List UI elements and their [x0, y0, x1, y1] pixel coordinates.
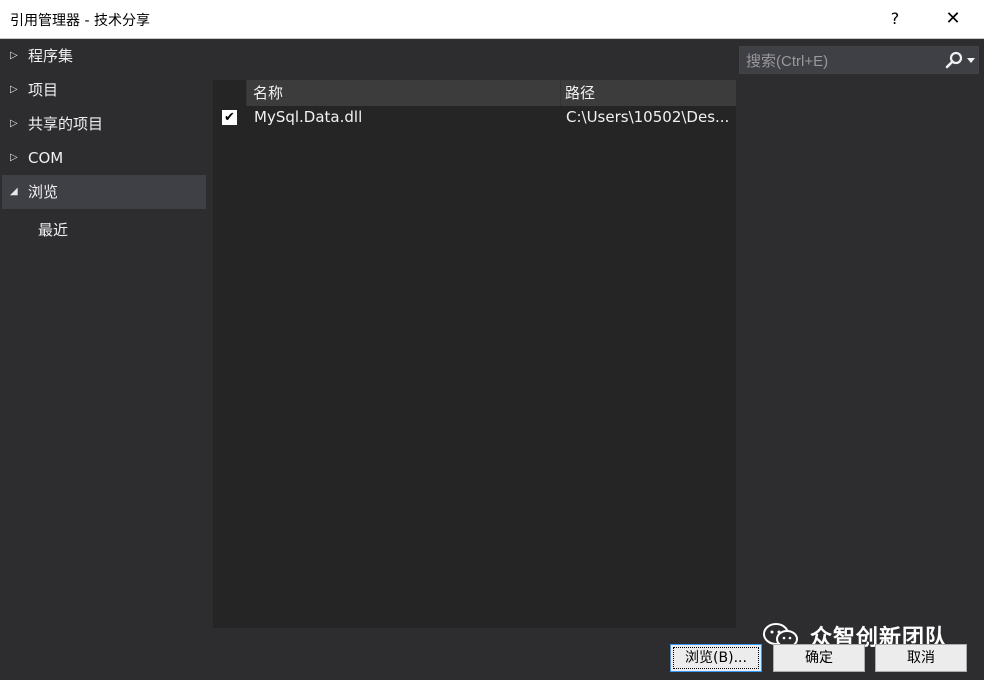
sidebar-item-browse[interactable]: ◢ 浏览: [2, 175, 206, 209]
sidebar: ▷ 程序集 ▷ 项目 ▷ 共享的项目 ▷ COM ◢ 浏览 最近: [0, 39, 210, 629]
title-bar: 引用管理器 - 技术分享 ? ✕: [0, 0, 984, 39]
column-header-path[interactable]: 路径: [561, 80, 736, 106]
expand-arrow-icon: ▷: [10, 152, 18, 163]
window-title: 引用管理器 - 技术分享: [10, 13, 150, 29]
chevron-down-icon[interactable]: [967, 58, 975, 63]
expand-arrow-icon: ▷: [10, 84, 18, 95]
search-box[interactable]: [739, 46, 979, 74]
sidebar-item-assemblies[interactable]: ▷ 程序集: [2, 39, 206, 73]
sidebar-item-label: COM: [28, 149, 64, 167]
search-icon[interactable]: [944, 50, 964, 70]
sidebar-item-com[interactable]: ▷ COM: [2, 141, 206, 175]
close-button[interactable]: ✕: [930, 0, 976, 38]
expand-arrow-icon: ▷: [10, 50, 18, 61]
sidebar-item-label: 程序集: [28, 47, 74, 65]
sidebar-item-label: 浏览: [28, 183, 59, 201]
column-header-name[interactable]: 名称: [247, 80, 560, 106]
cell-path: C:\Users\10502\Des...: [566, 108, 730, 126]
list-header: 名称 路径: [213, 80, 736, 106]
browse-button[interactable]: 浏览(B)...: [670, 644, 762, 672]
help-button[interactable]: ?: [872, 0, 918, 38]
ok-button[interactable]: 确定: [773, 644, 865, 672]
row-checkbox[interactable]: ✔: [222, 110, 237, 125]
column-header-check: [213, 80, 246, 106]
cell-name: MySql.Data.dll: [254, 108, 363, 126]
expand-arrow-icon: ▷: [10, 118, 18, 129]
sidebar-subitem-recent[interactable]: 最近: [38, 219, 68, 240]
sidebar-item-projects[interactable]: ▷ 项目: [2, 73, 206, 107]
sidebar-item-label: 项目: [28, 81, 59, 99]
search-input[interactable]: [744, 50, 938, 72]
table-row[interactable]: ✔ MySql.Data.dll C:\Users\10502\Des...: [213, 106, 736, 130]
sidebar-item-shared-projects[interactable]: ▷ 共享的项目: [2, 107, 206, 141]
cancel-button[interactable]: 取消: [875, 644, 967, 672]
sidebar-item-label: 共享的项目: [28, 115, 104, 133]
collapse-arrow-icon: ◢: [10, 186, 18, 197]
reference-list: 名称 路径 ✔ MySql.Data.dll C:\Users\10502\De…: [213, 80, 736, 628]
